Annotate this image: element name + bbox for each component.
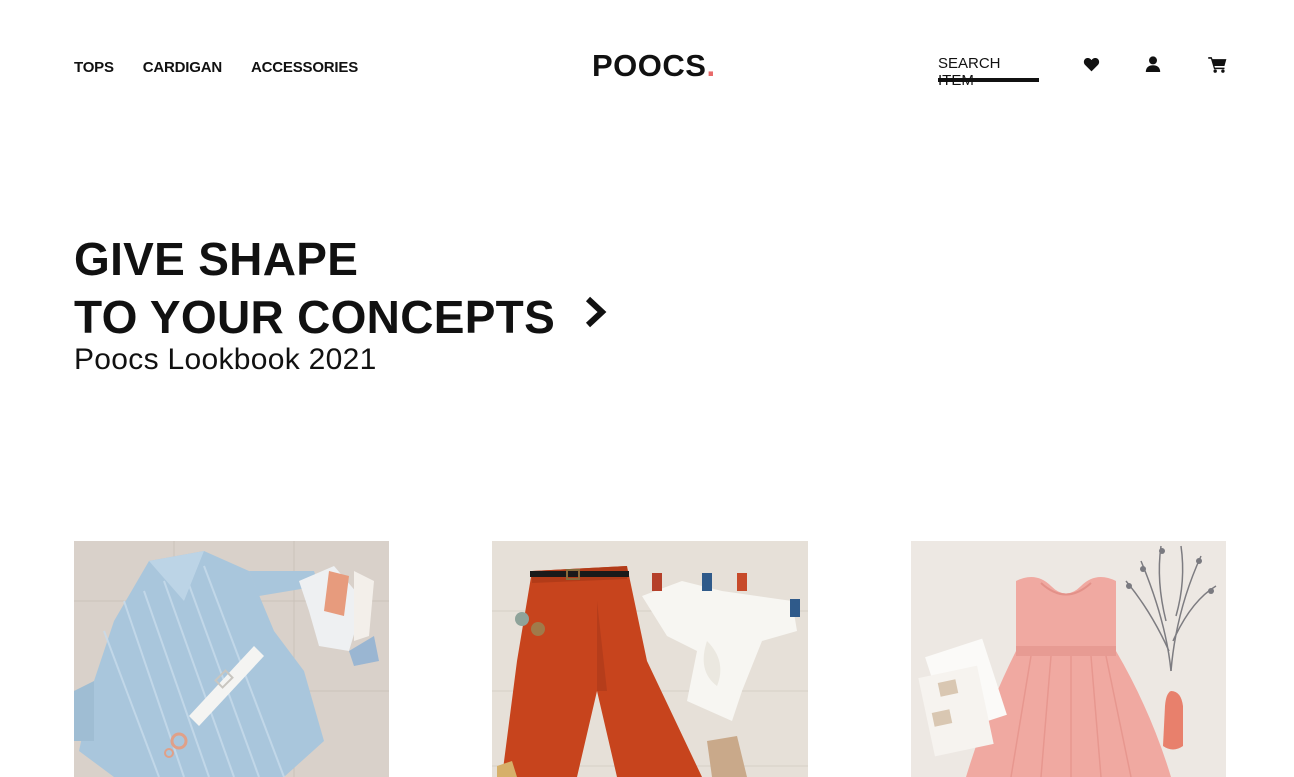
main-nav: TOPS CARDIGAN ACCESSORIES [74, 59, 358, 76]
cart-icon[interactable] [1207, 54, 1227, 74]
product-card-trousers[interactable] [492, 541, 808, 777]
brand-logo[interactable]: POOCS. [592, 48, 716, 84]
product-image-shirt-dress [74, 541, 389, 777]
hero-title-line-2: TO YOUR CONCEPTS [74, 291, 556, 343]
hero-title: GIVE SHAPE TO YOUR CONCEPTS [74, 230, 555, 346]
hero-subtitle: Poocs Lookbook 2021 [74, 343, 377, 376]
chevron-right-icon[interactable] [583, 296, 609, 328]
brand-dot: . [706, 48, 716, 83]
nav-item-tops[interactable]: TOPS [74, 59, 114, 76]
product-image-pink-dress [911, 541, 1226, 777]
product-image-trousers [492, 541, 808, 777]
nav-item-accessories[interactable]: ACCESSORIES [251, 59, 358, 76]
product-card-shirt-dress[interactable] [74, 541, 389, 777]
site-header: TOPS CARDIGAN ACCESSORIES POOCS. SEARCH … [0, 0, 1294, 110]
brand-name: POOCS [592, 48, 707, 83]
search-input[interactable]: SEARCH ITEM [938, 55, 1039, 89]
hero-title-line-1: GIVE SHAPE [74, 233, 359, 285]
nav-item-cardigan[interactable]: CARDIGAN [143, 59, 222, 76]
product-card-pink-dress[interactable] [911, 541, 1226, 777]
heart-icon[interactable] [1081, 54, 1101, 74]
user-icon[interactable] [1143, 54, 1163, 74]
